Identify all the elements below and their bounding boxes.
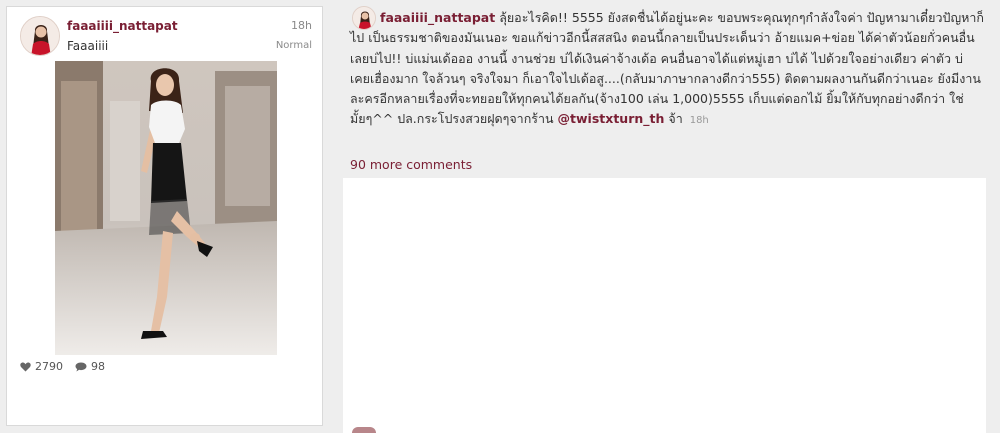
likes-stat[interactable]: 2790 — [20, 360, 63, 373]
post-photo[interactable] — [55, 61, 277, 355]
more-comments-link[interactable]: 90 more comments — [350, 157, 472, 172]
post-card: faaaiiii_nattapat 18h Faaaiiii Normal 27… — [6, 6, 323, 426]
comment-bubble-icon — [75, 362, 87, 371]
comments-stat[interactable]: 98 — [75, 360, 105, 373]
post-caption: Faaaiiii — [67, 39, 109, 53]
post-timestamp: 18h — [291, 19, 312, 32]
post-username[interactable]: faaaiiii_nattapat — [67, 19, 178, 33]
post-filter: Normal — [275, 40, 312, 51]
comment-timestamp: 18h — [689, 115, 709, 127]
post-stats: 2790 98 — [20, 360, 105, 373]
user-avatar[interactable] — [20, 16, 60, 56]
heart-icon — [20, 362, 31, 371]
comment-text: ลุ้ยอะไรคิด!! 5555 ยังสดชื่นได้อยู่นะคะ … — [350, 10, 984, 127]
comment-username[interactable]: faaaiiii_nattapat — [380, 10, 495, 25]
next-avatar-stub — [352, 427, 376, 433]
likes-count: 2790 — [35, 360, 63, 373]
comment-body: faaaiiii_nattapat ลุ้ยอะไรคิด!! 5555 ยัง… — [350, 8, 986, 132]
comment-mention[interactable]: @twistxturn_th — [558, 111, 665, 126]
comment-suffix: จ้า — [668, 111, 683, 127]
comments-count: 98 — [91, 360, 105, 373]
image-panel — [343, 178, 986, 433]
